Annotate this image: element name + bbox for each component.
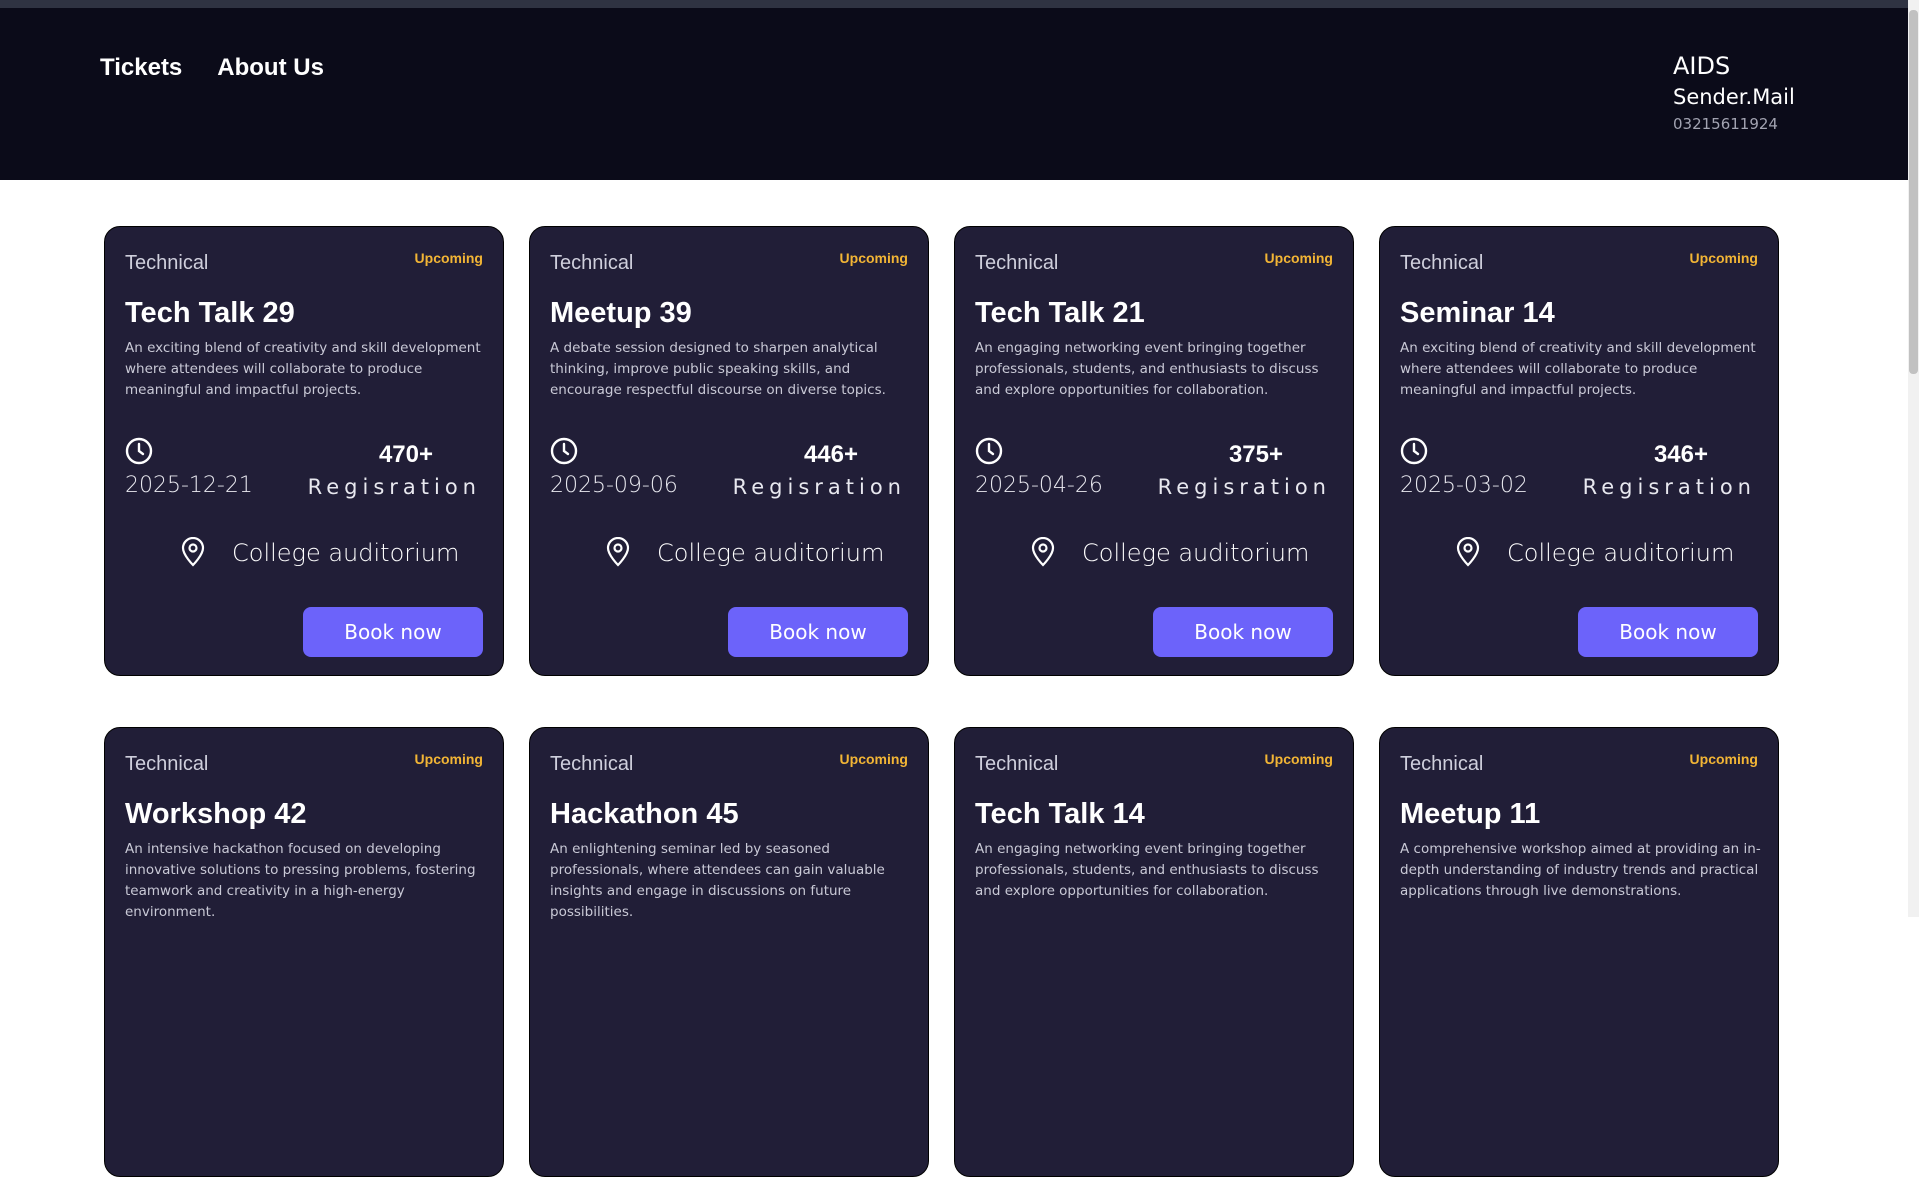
registration-label: Regisration [307,475,481,499]
event-title: Hackathon 45 [550,798,739,830]
event-category: Technical [1400,252,1484,274]
event-card: Technical Upcoming Workshop 42 An intens… [104,727,504,1177]
status-badge: Upcoming [414,250,483,266]
status-badge: Upcoming [414,751,483,767]
event-card: Technical Upcoming Hackathon 45 An enlig… [529,727,929,1177]
event-description: An engaging networking event bringing to… [975,841,1319,899]
book-now-button[interactable]: Book now [728,607,908,657]
event-description: An exciting blend of creativity and skil… [1400,340,1756,398]
event-description: A debate session designed to sharpen ana… [550,340,886,398]
nav-tickets-link[interactable]: Tickets [100,54,182,82]
event-title: Meetup 39 [550,297,692,329]
map-pin-icon [1456,537,1480,567]
event-date: 2025-04-26 [975,473,1103,498]
event-title: Tech Talk 29 [125,297,295,329]
event-category: Technical [550,753,634,775]
event-description: An exciting blend of creativity and skil… [125,340,481,398]
event-venue: College auditorium [232,539,460,567]
registration-count: 375+ [1228,441,1283,468]
map-pin-icon [181,537,205,567]
event-title: Seminar 14 [1400,297,1555,329]
site-header: Tickets About Us AIDS Sender.Mail 032156… [0,8,1908,180]
event-card: Technical Upcoming Tech Talk 29 An excit… [104,226,504,676]
event-description: A comprehensive workshop aimed at provid… [1400,841,1761,899]
status-badge: Upcoming [1264,751,1333,767]
book-now-button[interactable]: Book now [1153,607,1333,657]
event-category: Technical [975,252,1059,274]
contact-mail: Sender.Mail [1673,85,1795,109]
registration-count: 470+ [378,441,433,468]
event-card: Technical Upcoming Seminar 14 An excitin… [1379,226,1779,676]
event-description: An engaging networking event bringing to… [975,340,1319,398]
book-now-button[interactable]: Book now [303,607,483,657]
event-description: An enlightening seminar led by seasoned … [550,841,885,920]
event-title: Meetup 11 [1400,798,1541,830]
browser-top-strip [0,0,1919,8]
event-date: 2025-09-06 [550,473,678,498]
status-badge: Upcoming [839,250,908,266]
clock-icon [125,437,153,465]
registration-count: 346+ [1653,441,1708,468]
map-pin-icon [1031,537,1055,567]
event-venue: College auditorium [1082,539,1310,567]
event-card: Technical Upcoming Tech Talk 21 An engag… [954,226,1354,676]
event-venue: College auditorium [657,539,885,567]
event-title: Workshop 42 [125,798,307,830]
event-date: 2025-03-02 [1400,473,1528,498]
event-category: Technical [975,753,1059,775]
page-scrollbar-thumb[interactable] [1909,10,1918,374]
nav-about-link[interactable]: About Us [217,54,324,82]
status-badge: Upcoming [1264,250,1333,266]
registration-label: Regisration [732,475,906,499]
event-card: Technical Upcoming Meetup 39 A debate se… [529,226,929,676]
event-category: Technical [125,753,209,775]
event-title: Tech Talk 14 [975,798,1145,830]
event-title: Tech Talk 21 [975,297,1145,329]
registration-label: Regisration [1582,475,1756,499]
contact-phone: 03215611924 [1673,115,1778,133]
status-badge: Upcoming [1689,250,1758,266]
registration-label: Regisration [1157,475,1331,499]
event-card: Technical Upcoming Meetup 11 A comprehen… [1379,727,1779,1177]
event-description: An intensive hackathon focused on develo… [125,841,476,920]
status-badge: Upcoming [839,751,908,767]
book-now-button[interactable]: Book now [1578,607,1758,657]
contact-info: AIDS Sender.Mail 03215611924 [1673,52,1795,133]
event-category: Technical [550,252,634,274]
clock-icon [550,437,578,465]
main-nav: Tickets About Us [100,54,324,82]
event-venue: College auditorium [1507,539,1735,567]
map-pin-icon [606,537,630,567]
registration-count: 446+ [803,441,858,468]
event-category: Technical [1400,753,1484,775]
clock-icon [975,437,1003,465]
contact-name: AIDS [1673,52,1731,80]
status-badge: Upcoming [1689,751,1758,767]
event-category: Technical [125,252,209,274]
clock-icon [1400,437,1428,465]
event-date: 2025-12-21 [125,473,253,498]
event-card: Technical Upcoming Tech Talk 14 An engag… [954,727,1354,1177]
